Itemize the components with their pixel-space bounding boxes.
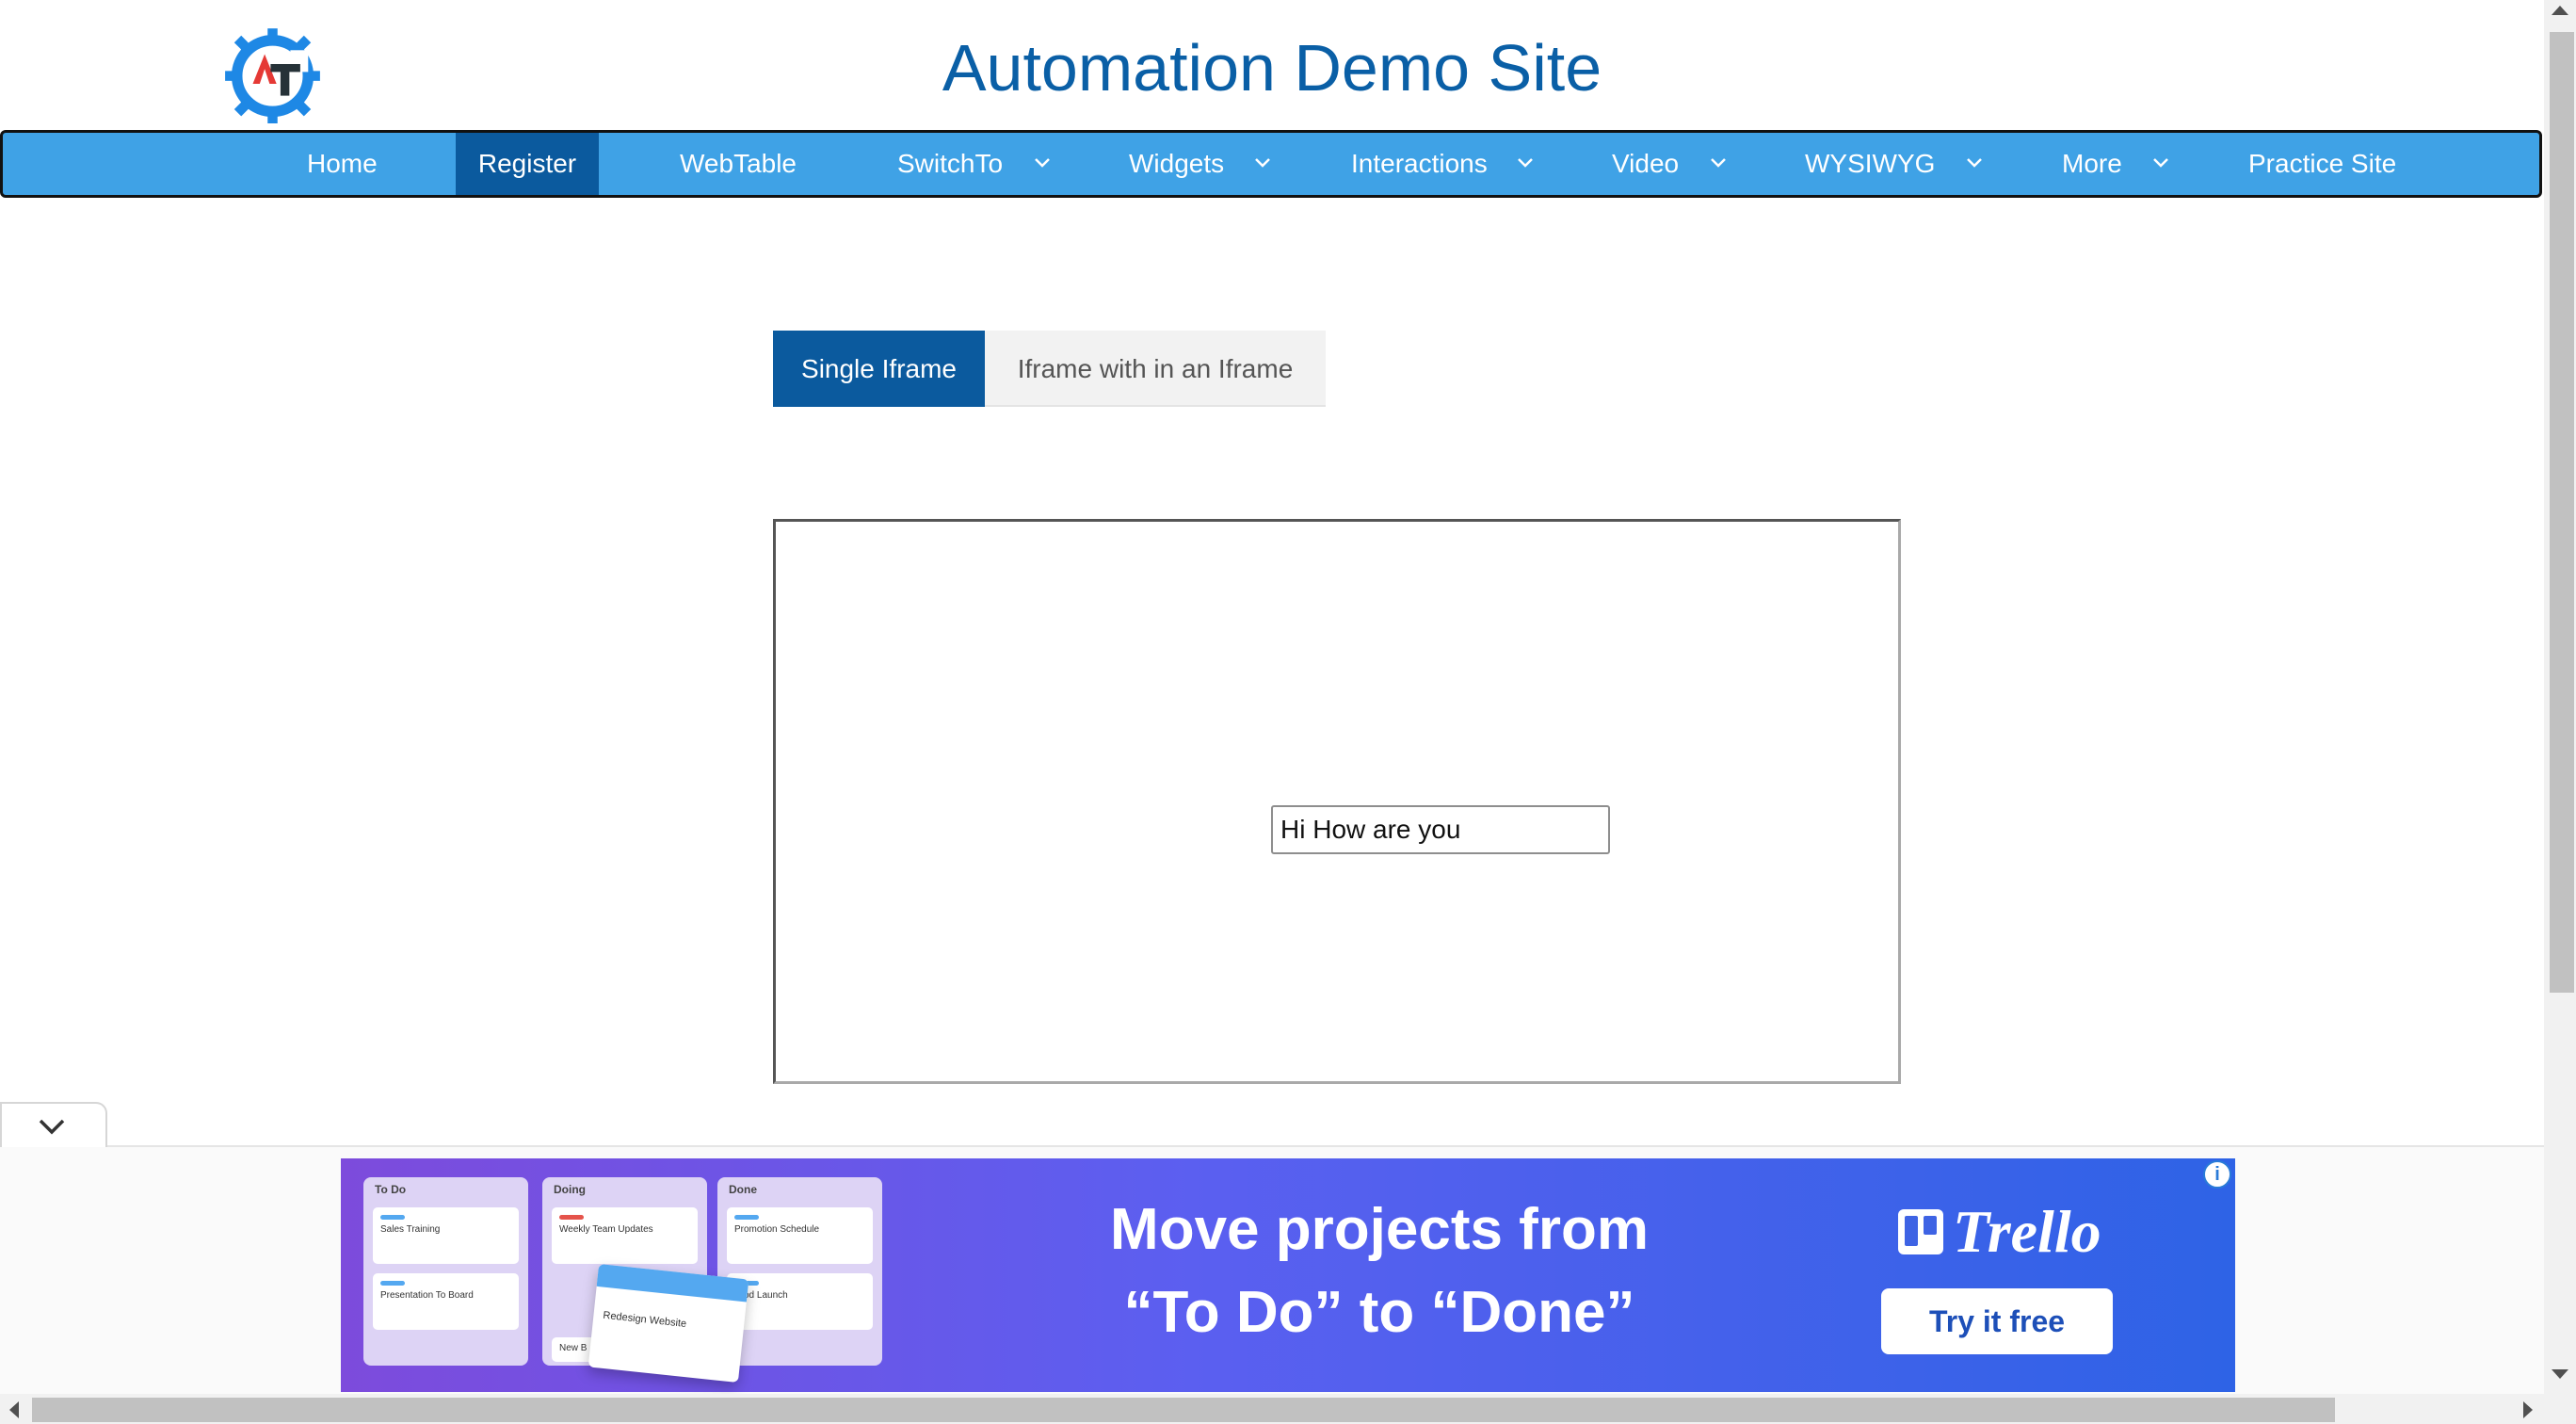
trello-board-icon xyxy=(1898,1209,1943,1254)
ad-dragging-card: Redesign Website xyxy=(588,1263,749,1384)
ad-board-column: To Do Sales Training Presentation To Boa… xyxy=(363,1177,528,1366)
scroll-down-arrow-icon[interactable] xyxy=(2552,1369,2568,1379)
trello-logo[interactable]: Trello xyxy=(1898,1198,2101,1265)
info-icon[interactable]: i xyxy=(2203,1160,2231,1189)
nav-wysiwyg[interactable]: WYSIWYG xyxy=(1805,133,1935,195)
chevron-down-icon[interactable] xyxy=(1254,156,1271,170)
page-title: Automation Demo Site xyxy=(942,31,1602,105)
ad-board-card-text: Promotion Schedule xyxy=(734,1224,820,1235)
ad-board-card-text: Presentation To Board xyxy=(380,1290,474,1301)
tab-iframe-within-iframe[interactable]: Iframe with in an Iframe xyxy=(985,331,1326,407)
page: Automation Demo Site Home Register WebTa… xyxy=(0,0,2576,1424)
vertical-scrollbar-thumb[interactable] xyxy=(2550,32,2574,993)
nav-switchto[interactable]: SwitchTo xyxy=(897,133,1003,195)
scroll-up-arrow-icon[interactable] xyxy=(2552,6,2568,15)
ad-board-column-title: Done xyxy=(729,1183,757,1196)
ad-board-card-text: Weekly Team Updates xyxy=(559,1224,653,1235)
ad-board-card: Prod Launch xyxy=(727,1273,873,1330)
nav-more[interactable]: More xyxy=(2062,133,2122,195)
ad-headline-line-1: Move projects from xyxy=(1110,1197,1649,1262)
chevron-down-icon xyxy=(39,1119,65,1135)
chevron-down-icon[interactable] xyxy=(2152,156,2169,170)
nav-video[interactable]: Video xyxy=(1612,133,1679,195)
ad-collapse-toggle[interactable] xyxy=(0,1102,107,1147)
chevron-down-icon[interactable] xyxy=(1966,156,1983,170)
ad-board-column-title: To Do xyxy=(375,1183,407,1196)
ad-board-card: Weekly Team Updates xyxy=(552,1207,698,1264)
try-it-free-button[interactable]: Try it free xyxy=(1881,1288,2113,1354)
nav-widgets[interactable]: Widgets xyxy=(1129,133,1224,195)
scroll-left-arrow-icon[interactable] xyxy=(9,1401,19,1418)
iframe-text-input[interactable] xyxy=(1271,805,1610,854)
trello-brand-text: Trello xyxy=(1953,1198,2101,1265)
tab-single-iframe[interactable]: Single Iframe xyxy=(773,331,985,407)
nav-register[interactable]: Register xyxy=(456,133,599,195)
ad-board-card-text: New B xyxy=(559,1343,588,1353)
ad-dragging-card-text: Redesign Website xyxy=(602,1309,687,1330)
ad-board-card: Promotion Schedule xyxy=(727,1207,873,1264)
ad-board-column-title: Doing xyxy=(554,1183,586,1196)
ad-headline[interactable]: Move projects from “To Do” to “Done” xyxy=(1017,1189,1742,1354)
main-navbar: Home Register WebTable SwitchTo Widgets … xyxy=(0,130,2542,198)
nav-webtable[interactable]: WebTable xyxy=(680,133,797,195)
ad-board-card: Presentation To Board xyxy=(373,1273,519,1330)
chevron-down-icon[interactable] xyxy=(1517,156,1534,170)
ad-board-card-text: Sales Training xyxy=(380,1224,441,1235)
nav-practice-site[interactable]: Practice Site xyxy=(2248,133,2396,195)
chevron-down-icon[interactable] xyxy=(1710,156,1727,170)
single-iframe xyxy=(773,519,1901,1084)
chevron-down-icon[interactable] xyxy=(1034,156,1051,170)
horizontal-scrollbar-thumb[interactable] xyxy=(32,1398,2335,1422)
scroll-right-arrow-icon[interactable] xyxy=(2523,1401,2533,1418)
ad-board-card: Sales Training xyxy=(373,1207,519,1264)
nav-interactions[interactable]: Interactions xyxy=(1351,133,1488,195)
ad-headline-line-2: “To Do” to “Done” xyxy=(1123,1280,1635,1345)
nav-home[interactable]: Home xyxy=(307,133,378,195)
